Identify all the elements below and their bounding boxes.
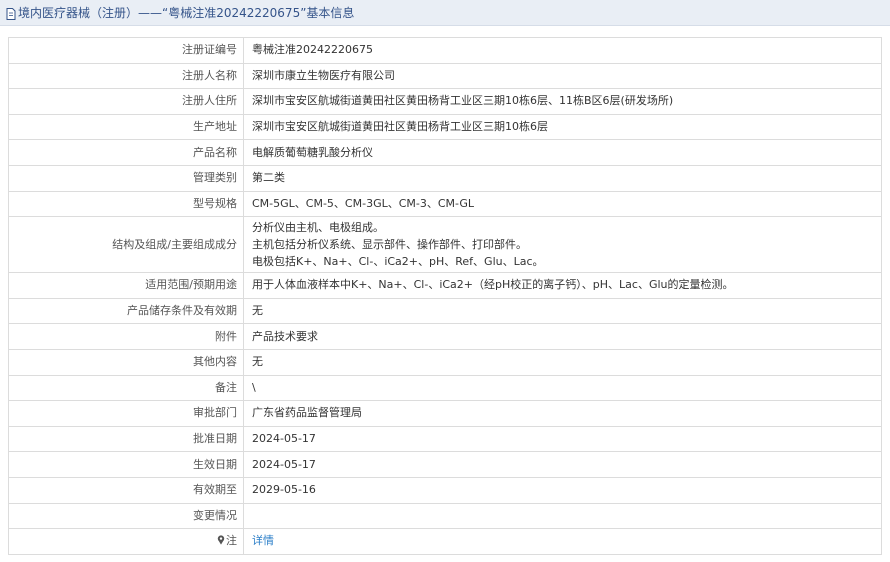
row-label: 产品名称 bbox=[8, 139, 244, 166]
row-value: 2024-05-17 bbox=[243, 451, 882, 478]
page-title-bar: 境内医疗器械（注册）——“粤械注准20242220675”基本信息 bbox=[0, 0, 890, 26]
row-value: 第二类 bbox=[243, 164, 882, 192]
row-value-line: 主机包括分析仪系统、显示部件、操作部件、打印部件。 bbox=[252, 238, 527, 252]
table-row: 审批部门 广东省药品监督管理局 bbox=[8, 400, 882, 427]
table-row: 产品名称 电解质葡萄糖乳酸分析仪 bbox=[8, 139, 882, 166]
registration-info-table: 注册证编号 粤械注准20242220675 注册人名称 深圳市康立生物医疗有限公… bbox=[8, 37, 882, 555]
row-value: 广东省药品监督管理局 bbox=[243, 400, 882, 427]
row-value: \ bbox=[243, 374, 882, 402]
row-label: 生产地址 bbox=[8, 113, 244, 141]
row-label: 管理类别 bbox=[8, 164, 244, 192]
table-row: 注 详情 bbox=[8, 528, 882, 555]
row-value: 产品技术要求 bbox=[243, 323, 882, 350]
table-row: 生效日期 2024-05-17 bbox=[8, 451, 882, 478]
row-label: 附件 bbox=[8, 323, 244, 350]
row-value: 用于人体血液样本中K+、Na+、Cl-、iCa2+（经pH校正的离子钙）、pH、… bbox=[243, 272, 882, 299]
row-value-line: 电极包括K+、Na+、Cl-、iCa2+、pH、Ref、Glu、Lac。 bbox=[252, 255, 544, 269]
row-value: 分析仪由主机、电极组成。 主机包括分析仪系统、显示部件、操作部件、打印部件。 电… bbox=[243, 216, 882, 274]
pin-icon bbox=[217, 535, 225, 545]
row-label: 结构及组成/主要组成成分 bbox=[8, 216, 244, 274]
table-row: 备注 \ bbox=[8, 374, 882, 402]
page-title: 境内医疗器械（注册）——“粤械注准20242220675”基本信息 bbox=[18, 6, 355, 20]
table-row: 适用范围/预期用途 用于人体血液样本中K+、Na+、Cl-、iCa2+（经pH校… bbox=[8, 272, 882, 299]
row-value: 深圳市宝安区航城街道黄田社区黄田杨背工业区三期10栋6层、11栋B区6层(研发场… bbox=[243, 88, 882, 115]
row-value: 2024-05-17 bbox=[243, 425, 882, 453]
row-label: 其他内容 bbox=[8, 348, 244, 376]
row-value: 无 bbox=[243, 348, 882, 376]
row-value: 深圳市康立生物医疗有限公司 bbox=[243, 62, 882, 90]
row-label: 审批部门 bbox=[8, 400, 244, 427]
row-label: 有效期至 bbox=[8, 476, 244, 504]
row-label: 变更情况 bbox=[8, 502, 244, 530]
details-link[interactable]: 详情 bbox=[252, 534, 274, 547]
row-label: 生效日期 bbox=[8, 451, 244, 478]
table-row: 型号规格 CM-5GL、CM-5、CM-3GL、CM-3、CM-GL bbox=[8, 190, 882, 218]
table-row: 生产地址 深圳市宝安区航城街道黄田社区黄田杨背工业区三期10栋6层 bbox=[8, 113, 882, 141]
table-row: 注册人住所 深圳市宝安区航城街道黄田社区黄田杨背工业区三期10栋6层、11栋B区… bbox=[8, 88, 882, 115]
row-value: 粤械注准20242220675 bbox=[243, 37, 882, 64]
row-value: 2029-05-16 bbox=[243, 476, 882, 504]
row-value: 电解质葡萄糖乳酸分析仪 bbox=[243, 139, 882, 166]
table-row: 注册人名称 深圳市康立生物医疗有限公司 bbox=[8, 62, 882, 90]
note-label-cell: 注 bbox=[8, 528, 244, 555]
row-label: 注 bbox=[226, 534, 237, 548]
row-value: 详情 bbox=[243, 528, 882, 555]
row-value: CM-5GL、CM-5、CM-3GL、CM-3、CM-GL bbox=[243, 190, 882, 218]
row-label: 备注 bbox=[8, 374, 244, 402]
row-label: 适用范围/预期用途 bbox=[8, 272, 244, 299]
table-row: 批准日期 2024-05-17 bbox=[8, 425, 882, 453]
table-row: 变更情况 bbox=[8, 502, 882, 530]
row-value-line: 分析仪由主机、电极组成。 bbox=[252, 221, 384, 235]
table-row: 管理类别 第二类 bbox=[8, 164, 882, 192]
table-row: 其他内容 无 bbox=[8, 348, 882, 376]
row-label: 型号规格 bbox=[8, 190, 244, 218]
row-value: 深圳市宝安区航城街道黄田社区黄田杨背工业区三期10栋6层 bbox=[243, 113, 882, 141]
row-label: 注册人名称 bbox=[8, 62, 244, 90]
table-row: 产品储存条件及有效期 无 bbox=[8, 297, 882, 325]
row-value: 无 bbox=[243, 297, 882, 325]
row-label: 产品储存条件及有效期 bbox=[8, 297, 244, 325]
row-label: 注册证编号 bbox=[8, 37, 244, 64]
table-row: 附件 产品技术要求 bbox=[8, 323, 882, 350]
row-value bbox=[243, 502, 882, 530]
row-label: 注册人住所 bbox=[8, 88, 244, 115]
document-icon bbox=[6, 7, 16, 20]
table-row: 结构及组成/主要组成成分 分析仪由主机、电极组成。 主机包括分析仪系统、显示部件… bbox=[8, 216, 882, 274]
row-label: 批准日期 bbox=[8, 425, 244, 453]
table-row: 有效期至 2029-05-16 bbox=[8, 476, 882, 504]
table-row: 注册证编号 粤械注准20242220675 bbox=[8, 37, 882, 64]
